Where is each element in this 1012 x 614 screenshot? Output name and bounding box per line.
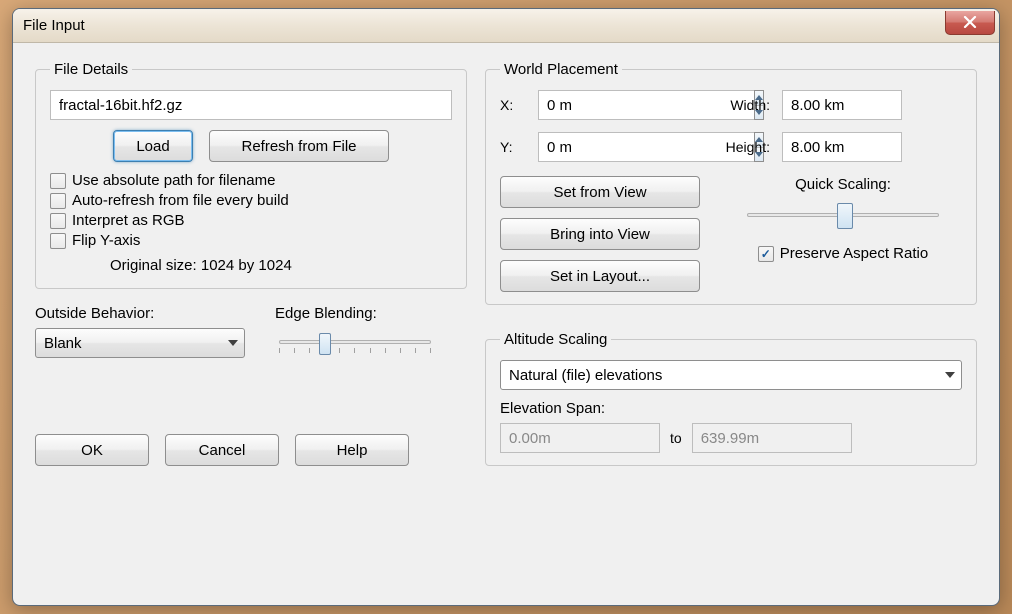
edge-blending-label: Edge Blending: — [275, 305, 435, 322]
elevation-max-input — [692, 423, 852, 453]
refresh-button[interactable]: Refresh from File — [209, 130, 389, 162]
chevron-down-icon — [945, 372, 955, 378]
quick-scaling-slider[interactable] — [743, 201, 943, 231]
ok-button[interactable]: OK — [35, 434, 149, 466]
help-button[interactable]: Help — [295, 434, 409, 466]
close-icon — [963, 16, 977, 28]
world-placement-legend: World Placement — [500, 61, 622, 78]
world-placement-actions: Set from View Bring into View Set in Lay… — [500, 176, 962, 292]
altitude-scaling-group: Altitude Scaling Natural (file) elevatio… — [485, 331, 977, 466]
x-spinner[interactable] — [538, 90, 688, 120]
chevron-down-icon — [228, 340, 238, 346]
abs-path-row: Use absolute path for filename — [50, 172, 452, 189]
altitude-mode-combo[interactable]: Natural (file) elevations — [500, 360, 962, 390]
width-label: Width: — [700, 97, 770, 113]
elevation-span-label: Elevation Span: — [500, 400, 962, 417]
set-from-view-button[interactable]: Set from View — [500, 176, 700, 208]
world-placement-group: World Placement X: Width: Y: — [485, 61, 977, 305]
wp-actions-right: Quick Scaling: Preserve Aspect Ratio — [724, 176, 962, 292]
dialog-content: File Details Load Refresh from File Use … — [13, 43, 999, 478]
cancel-button[interactable]: Cancel — [165, 434, 279, 466]
filename-field[interactable] — [50, 90, 452, 120]
auto-refresh-checkbox[interactable] — [50, 193, 66, 209]
edge-blending-slider[interactable] — [275, 328, 435, 358]
flipy-checkbox[interactable] — [50, 233, 66, 249]
rgb-label: Interpret as RGB — [72, 212, 185, 229]
original-size-text: Original size: 1024 by 1024 — [110, 257, 452, 274]
abs-path-checkbox[interactable] — [50, 173, 66, 189]
altitude-mode-value: Natural (file) elevations — [509, 367, 662, 384]
height-input[interactable] — [782, 132, 902, 162]
dialog-window: File Input File Details Load Refresh fro… — [12, 8, 1000, 606]
y-label: Y: — [500, 139, 526, 155]
set-in-layout-button[interactable]: Set in Layout... — [500, 260, 700, 292]
rgb-row: Interpret as RGB — [50, 212, 452, 229]
altitude-scaling-legend: Altitude Scaling — [500, 331, 611, 348]
file-buttons-row: Load Refresh from File — [50, 130, 452, 162]
elevation-min-input — [500, 423, 660, 453]
elevation-span-row: to — [500, 423, 962, 453]
flipy-label: Flip Y-axis — [72, 232, 140, 249]
edge-blending-col: Edge Blending: — [275, 305, 435, 358]
outside-row: Outside Behavior: Blank Edge Blending: — [35, 305, 467, 358]
bring-into-view-button[interactable]: Bring into View — [500, 218, 700, 250]
preserve-aspect-checkbox[interactable] — [758, 246, 774, 262]
elevation-to-label: to — [670, 430, 682, 446]
dialog-buttons-row: OK Cancel Help — [35, 410, 467, 466]
outside-behavior-col: Outside Behavior: Blank — [35, 305, 245, 358]
outside-behavior-value: Blank — [44, 335, 82, 352]
altitude-section: Altitude Scaling Natural (file) elevatio… — [485, 331, 977, 466]
filename-row — [50, 90, 452, 120]
world-placement-grid: X: Width: Y: — [500, 90, 962, 162]
outside-behavior-combo[interactable]: Blank — [35, 328, 245, 358]
flipy-row: Flip Y-axis — [50, 232, 452, 249]
left-column: File Details Load Refresh from File Use … — [35, 61, 467, 466]
auto-refresh-row: Auto-refresh from file every build — [50, 192, 452, 209]
abs-path-label: Use absolute path for filename — [72, 172, 275, 189]
outside-behavior-label: Outside Behavior: — [35, 305, 245, 322]
y-spinner[interactable] — [538, 132, 688, 162]
close-button[interactable] — [945, 11, 995, 35]
edge-blending-thumb[interactable] — [319, 333, 331, 355]
height-label: Height: — [700, 139, 770, 155]
window-title: File Input — [23, 17, 945, 34]
quick-scaling-label: Quick Scaling: — [795, 176, 891, 193]
file-details-legend: File Details — [50, 61, 132, 78]
right-column: World Placement X: Width: Y: — [485, 61, 977, 466]
wp-actions-buttons: Set from View Bring into View Set in Lay… — [500, 176, 700, 292]
preserve-aspect-label: Preserve Aspect Ratio — [780, 245, 928, 262]
x-label: X: — [500, 97, 526, 113]
titlebar[interactable]: File Input — [13, 9, 999, 43]
auto-refresh-label: Auto-refresh from file every build — [72, 192, 289, 209]
file-details-group: File Details Load Refresh from File Use … — [35, 61, 467, 289]
preserve-aspect-row: Preserve Aspect Ratio — [758, 245, 928, 262]
quick-scaling-thumb[interactable] — [837, 203, 853, 229]
rgb-checkbox[interactable] — [50, 213, 66, 229]
load-button[interactable]: Load — [113, 130, 193, 162]
width-input[interactable] — [782, 90, 902, 120]
